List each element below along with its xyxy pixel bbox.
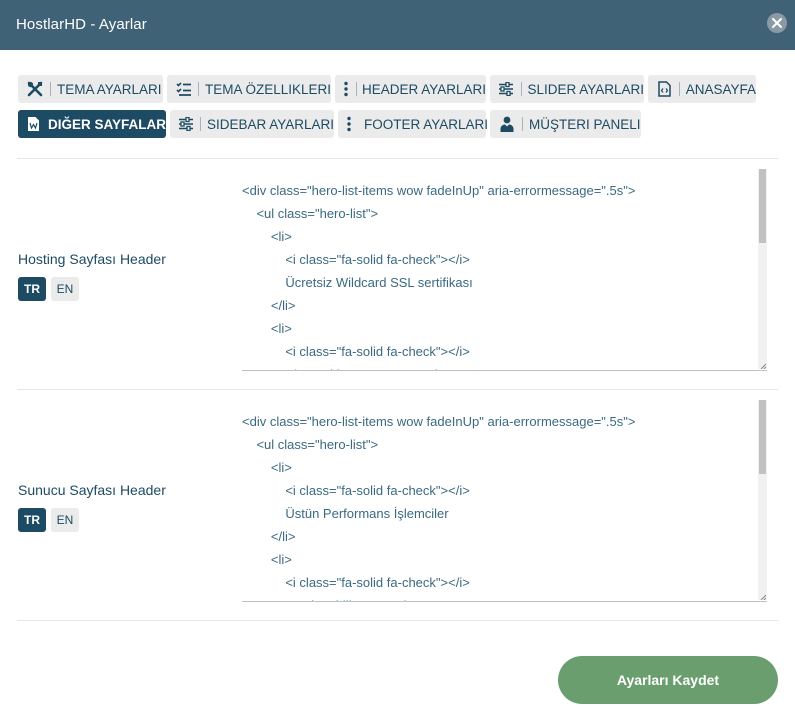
code-editor-content[interactable]: <div class="hero-list-items wow fadeInUp… — [242, 400, 767, 601]
sliders-icon — [498, 80, 515, 98]
scrollbar-thumb[interactable] — [759, 169, 766, 243]
tab-label: FOOTER AYARLARI — [364, 116, 489, 132]
tab-anasayfa[interactable]: ANASAYFA — [648, 75, 756, 103]
checklist-icon — [175, 80, 192, 98]
sliders-icon — [178, 115, 194, 133]
word-file-icon — [26, 115, 42, 133]
divider — [17, 158, 778, 159]
code-file-icon — [656, 80, 673, 98]
tab-separator — [520, 82, 522, 96]
tab-slider-ayarlari[interactable]: SLIDER AYARLARI — [490, 75, 644, 103]
code-editor-content[interactable]: <div class="hero-list-items wow fadeInUp… — [242, 169, 767, 370]
tab-tema-ozellikleri[interactable]: TEMA ÖZELLIKLERI — [167, 75, 331, 103]
tab-label: HEADER AYARLARI — [361, 81, 486, 97]
tab-separator — [200, 117, 201, 131]
scrollbar[interactable] — [758, 169, 767, 369]
tab-footer-ayarlari[interactable]: FOOTER AYARLARI — [338, 110, 489, 138]
lang-button-en[interactable]: EN — [51, 277, 79, 301]
tab-separator — [50, 82, 51, 96]
window-titlebar: HostlarHD - Ayarlar — [0, 0, 795, 50]
section-label-hosting-header: Hosting Sayfası Header — [18, 251, 166, 267]
tab-label: ANASAYFA — [685, 81, 756, 97]
code-editor-hosting-header[interactable]: <div class="hero-list-items wow fadeInUp… — [242, 169, 767, 371]
tab-label: TEMA AYARLARI — [57, 81, 162, 97]
tab-diger-sayfalar[interactable]: DIĞER SAYFALAR — [18, 110, 166, 138]
divider — [17, 389, 778, 390]
tab-label: SIDEBAR AYARLARI — [206, 116, 334, 132]
vertical-dots-icon — [343, 80, 350, 98]
tools-icon — [26, 80, 44, 98]
divider — [17, 620, 778, 621]
tab-separator — [678, 82, 680, 96]
window-title: HostlarHD - Ayarlar — [16, 16, 147, 33]
tab-label: MÜŞTERI PANELI — [529, 116, 641, 132]
scrollbar-thumb[interactable] — [759, 400, 766, 474]
tab-label: SLIDER AYARLARI — [527, 81, 644, 97]
tab-label: DIĞER SAYFALAR — [47, 116, 166, 132]
vertical-dots-icon — [346, 115, 352, 133]
section-label-sunucu-header: Sunucu Sayfası Header — [18, 482, 166, 498]
close-icon — [772, 18, 782, 28]
tab-separator — [198, 82, 199, 96]
close-button[interactable] — [767, 13, 787, 33]
save-settings-button[interactable]: Ayarları Kaydet — [558, 656, 778, 704]
lang-button-tr[interactable]: TR — [18, 508, 46, 532]
tab-separator — [522, 117, 523, 131]
resize-grip-icon[interactable] — [760, 363, 766, 369]
resize-grip-icon[interactable] — [760, 594, 766, 600]
user-tie-icon — [498, 115, 516, 133]
tab-musteri-paneli[interactable]: MÜŞTERI PANELI — [490, 110, 641, 138]
tab-header-ayarlari[interactable]: HEADER AYARLARI — [335, 75, 486, 103]
lang-button-tr[interactable]: TR — [18, 277, 46, 301]
lang-button-en[interactable]: EN — [51, 508, 79, 532]
tab-label: TEMA ÖZELLIKLERI — [204, 81, 331, 97]
tab-sidebar-ayarlari[interactable]: SIDEBAR AYARLARI — [170, 110, 334, 138]
scrollbar[interactable] — [758, 400, 767, 600]
tab-tema-ayarlari[interactable]: TEMA AYARLARI — [18, 75, 163, 103]
code-editor-sunucu-header[interactable]: <div class="hero-list-items wow fadeInUp… — [242, 400, 767, 602]
